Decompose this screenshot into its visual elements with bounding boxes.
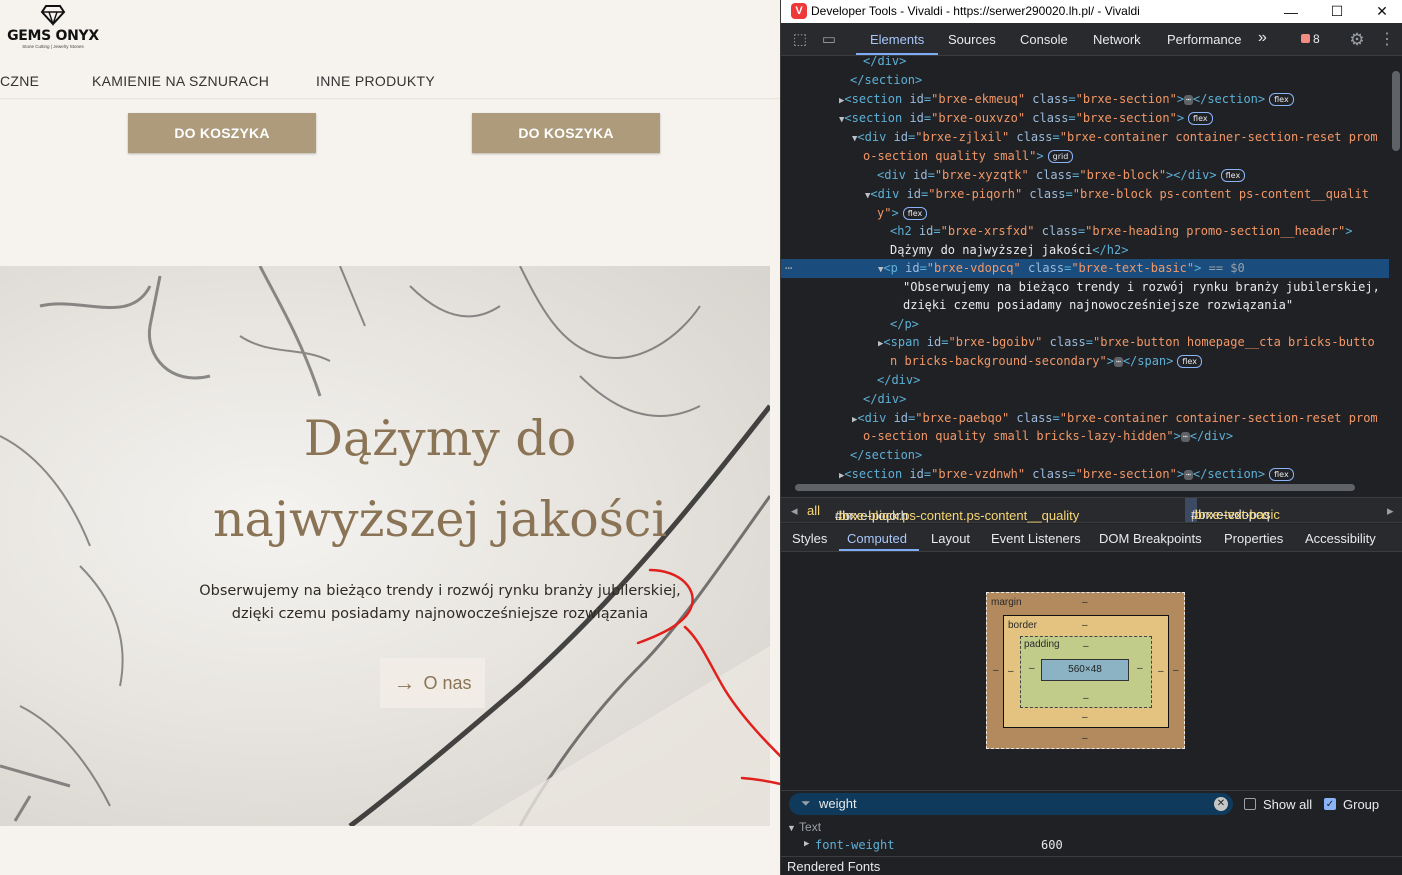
dom-line[interactable]: o-section quality small bricks-lazy-hidd… — [781, 427, 1389, 446]
group-checkbox[interactable]: ✓ — [1324, 798, 1336, 810]
dom-line[interactable]: ▶<span id="brxe-bgoibv" class="brxe-butt… — [781, 333, 1389, 352]
arrow-right-icon: → — [393, 670, 416, 695]
website-viewport: GEMS ONYX Stone Cutting | Jewelry Stones… — [0, 0, 780, 875]
nav-item-kamienie[interactable]: KAMIENIE NA SZNURACH — [92, 73, 269, 89]
promo-text: Obserwujemy na bieżąco trendy i rozwój r… — [199, 583, 681, 622]
dom-line[interactable]: </p> — [781, 315, 1389, 334]
promo-section: Dążymy do najwyższej jakości Obserwujemy… — [0, 266, 770, 826]
header-divider — [0, 98, 780, 100]
nav-item-inne-produkty[interactable]: INNE PRODUKTY — [316, 73, 435, 89]
about-us-button[interactable]: → O nas — [380, 658, 485, 708]
logo-tagline: Stone Cutting | Jewelry Stones — [22, 44, 84, 49]
filter-input[interactable]: ⏷ weight ✕ — [789, 793, 1233, 815]
clear-filter-icon[interactable]: ✕ — [1214, 797, 1228, 811]
dom-line[interactable]: </section> — [781, 71, 1389, 90]
dom-horizontal-scrollbar[interactable] — [781, 481, 1389, 494]
show-all-label: Show all — [1263, 797, 1313, 812]
active-tab-indicator — [856, 53, 938, 55]
tab-sources[interactable]: Sources — [948, 32, 996, 47]
more-options-icon[interactable]: ⋮ — [1377, 30, 1397, 50]
active-subtab-indicator — [839, 549, 919, 551]
minimize-icon[interactable]: — — [1268, 0, 1314, 23]
box-model-content: 560×48 — [1041, 659, 1129, 681]
group-label: Group — [1343, 797, 1380, 812]
dom-tree[interactable]: </div> </section> ▶<section id="brxe-ekm… — [781, 56, 1389, 481]
dom-line[interactable]: ▼<div id="brxe-piqorh" class="brxe-block… — [781, 185, 1389, 204]
tab-properties[interactable]: Properties — [1224, 531, 1283, 546]
expand-icon[interactable]: ▶ — [804, 839, 809, 849]
dom-line[interactable]: dzięki czemu posiadamy najnowocześniejsz… — [781, 296, 1389, 315]
maximize-icon[interactable]: ☐ — [1314, 0, 1360, 23]
computed-filter-bar: ⏷ weight ✕ Show all ✓ Group — [781, 790, 1402, 816]
window-title: Developer Tools - Vivaldi - https://serw… — [811, 4, 1140, 18]
box-model-padding: padding – – – – 560×48 — [1020, 636, 1152, 708]
dom-line[interactable]: <h2 id="brxe-xrsfxd" class="brxe-heading… — [781, 222, 1389, 241]
tab-console[interactable]: Console — [1020, 32, 1068, 47]
dom-line[interactable]: ▶<section id="brxe-vzdnwh" class="brxe-s… — [781, 465, 1389, 481]
tab-dom-breakpoints[interactable]: DOM Breakpoints — [1099, 531, 1202, 546]
dom-line[interactable]: <div id="brxe-xyzqtk" class="brxe-block"… — [781, 166, 1389, 185]
more-actions-icon[interactable]: ⋯ — [785, 259, 792, 278]
promo-title: Dążymy do najwyższej jakości — [213, 410, 667, 548]
filter-icon: ⏷ — [801, 796, 811, 810]
dom-line-selected[interactable]: ⋯ ▼<p id="brxe-vdopcq" class="brxe-text-b… — [781, 259, 1389, 278]
dom-vertical-scrollbar[interactable] — [1389, 56, 1402, 481]
tab-layout[interactable]: Layout — [931, 531, 970, 546]
site-logo[interactable]: GEMS ONYX Stone Cutting | Jewelry Stones — [3, 4, 103, 50]
dom-line[interactable]: ▼<section id="brxe-ouxvzo" class="brxe-s… — [781, 109, 1389, 128]
sidebar-tabs: Styles Computed Layout Event Listeners D… — [781, 524, 1402, 552]
logo-name: GEMS ONYX — [7, 28, 99, 44]
dom-line[interactable]: ▼<div id="brxe-zjlxil" class="brxe-conta… — [781, 128, 1389, 147]
nav-item-czne[interactable]: CZNE — [0, 73, 39, 89]
close-icon[interactable]: ✕ — [1359, 0, 1402, 23]
dom-line[interactable]: Dążymy do najwyższej jakości</h2> — [781, 241, 1389, 260]
property-value: 600 — [1041, 838, 1063, 852]
dom-line[interactable]: o-section quality small"> grid — [781, 147, 1389, 166]
dom-line[interactable]: </div> — [781, 371, 1389, 390]
breadcrumb-scroll-left-icon[interactable]: ◂ — [791, 503, 798, 519]
vivaldi-logo-icon: V — [791, 3, 807, 19]
settings-gear-icon[interactable]: ⚙ — [1347, 30, 1367, 50]
box-model-diagram[interactable]: margin – – – – border – – – – padding – … — [986, 592, 1185, 749]
breadcrumb-scroll-right-icon[interactable]: ▸ — [1387, 503, 1394, 519]
show-all-checkbox[interactable] — [1244, 798, 1256, 810]
main-nav: CZNE KAMIENIE NA SZNURACH INNE PRODUKTY — [0, 73, 780, 99]
tab-accessibility[interactable]: Accessibility — [1305, 531, 1376, 546]
computed-property-row[interactable]: ▶ font-weight 600 — [781, 836, 1389, 854]
dom-line[interactable]: y"> flex — [781, 204, 1389, 223]
dom-line[interactable]: </div> — [781, 390, 1389, 409]
about-us-label: O nas — [423, 672, 472, 693]
device-toolbar-icon[interactable]: ▭ — [819, 30, 839, 50]
dom-line[interactable]: </section> — [781, 446, 1389, 465]
breadcrumb-item[interactable]: all — [807, 503, 820, 518]
devtools-window: V Developer Tools - Vivaldi - https://se… — [780, 0, 1402, 875]
window-titlebar: V Developer Tools - Vivaldi - https://se… — [781, 0, 1402, 23]
more-tabs-icon[interactable]: » — [1258, 29, 1267, 47]
box-model-border: border – – – – padding – – – – 560×48 — [1003, 615, 1169, 728]
breadcrumb: ◂ all div #brxe-piqorh .brxe-block.ps-cont… — [781, 497, 1402, 523]
error-icon — [1301, 34, 1310, 43]
tab-event-listeners[interactable]: Event Listeners — [991, 531, 1081, 546]
devtools-toolbar: ⬚ ▭ Elements Sources Console Network Per… — [781, 23, 1402, 56]
add-to-cart-button[interactable]: DO KOSZYKA — [472, 113, 660, 153]
tab-computed[interactable]: Computed — [847, 531, 907, 546]
dom-line[interactable]: n bricks-background-secondary"> ⋯ </span> f… — [781, 352, 1389, 371]
dom-line[interactable]: "Obserwujemy na bieżąco trendy i rozwój … — [781, 278, 1389, 297]
add-to-cart-button[interactable]: DO KOSZYKA — [128, 113, 316, 153]
dom-line[interactable]: </div> — [781, 56, 1389, 71]
tab-styles[interactable]: Styles — [792, 531, 827, 546]
computed-group-header[interactable]: ▼ Text — [787, 820, 821, 834]
property-name: font-weight — [815, 838, 895, 852]
tab-performance[interactable]: Performance — [1167, 32, 1241, 47]
rendered-fonts-header[interactable]: Rendered Fonts — [781, 856, 1402, 875]
filter-value: weight — [819, 796, 857, 811]
tab-elements[interactable]: Elements — [870, 32, 924, 47]
tab-network[interactable]: Network — [1093, 32, 1141, 47]
diamond-icon — [40, 5, 66, 26]
error-count-badge[interactable]: 8 — [1301, 32, 1320, 46]
inspect-element-icon[interactable]: ⬚ — [790, 30, 810, 50]
dom-line[interactable]: ▶<section id="brxe-ekmeuq" class="brxe-s… — [781, 90, 1389, 109]
breadcrumb-item-selected[interactable]: p #brxe-vdopcq .brxe-text-basic — [1185, 498, 1280, 522]
dom-line[interactable]: ▶<div id="brxe-paebqo" class="brxe-conta… — [781, 409, 1389, 428]
